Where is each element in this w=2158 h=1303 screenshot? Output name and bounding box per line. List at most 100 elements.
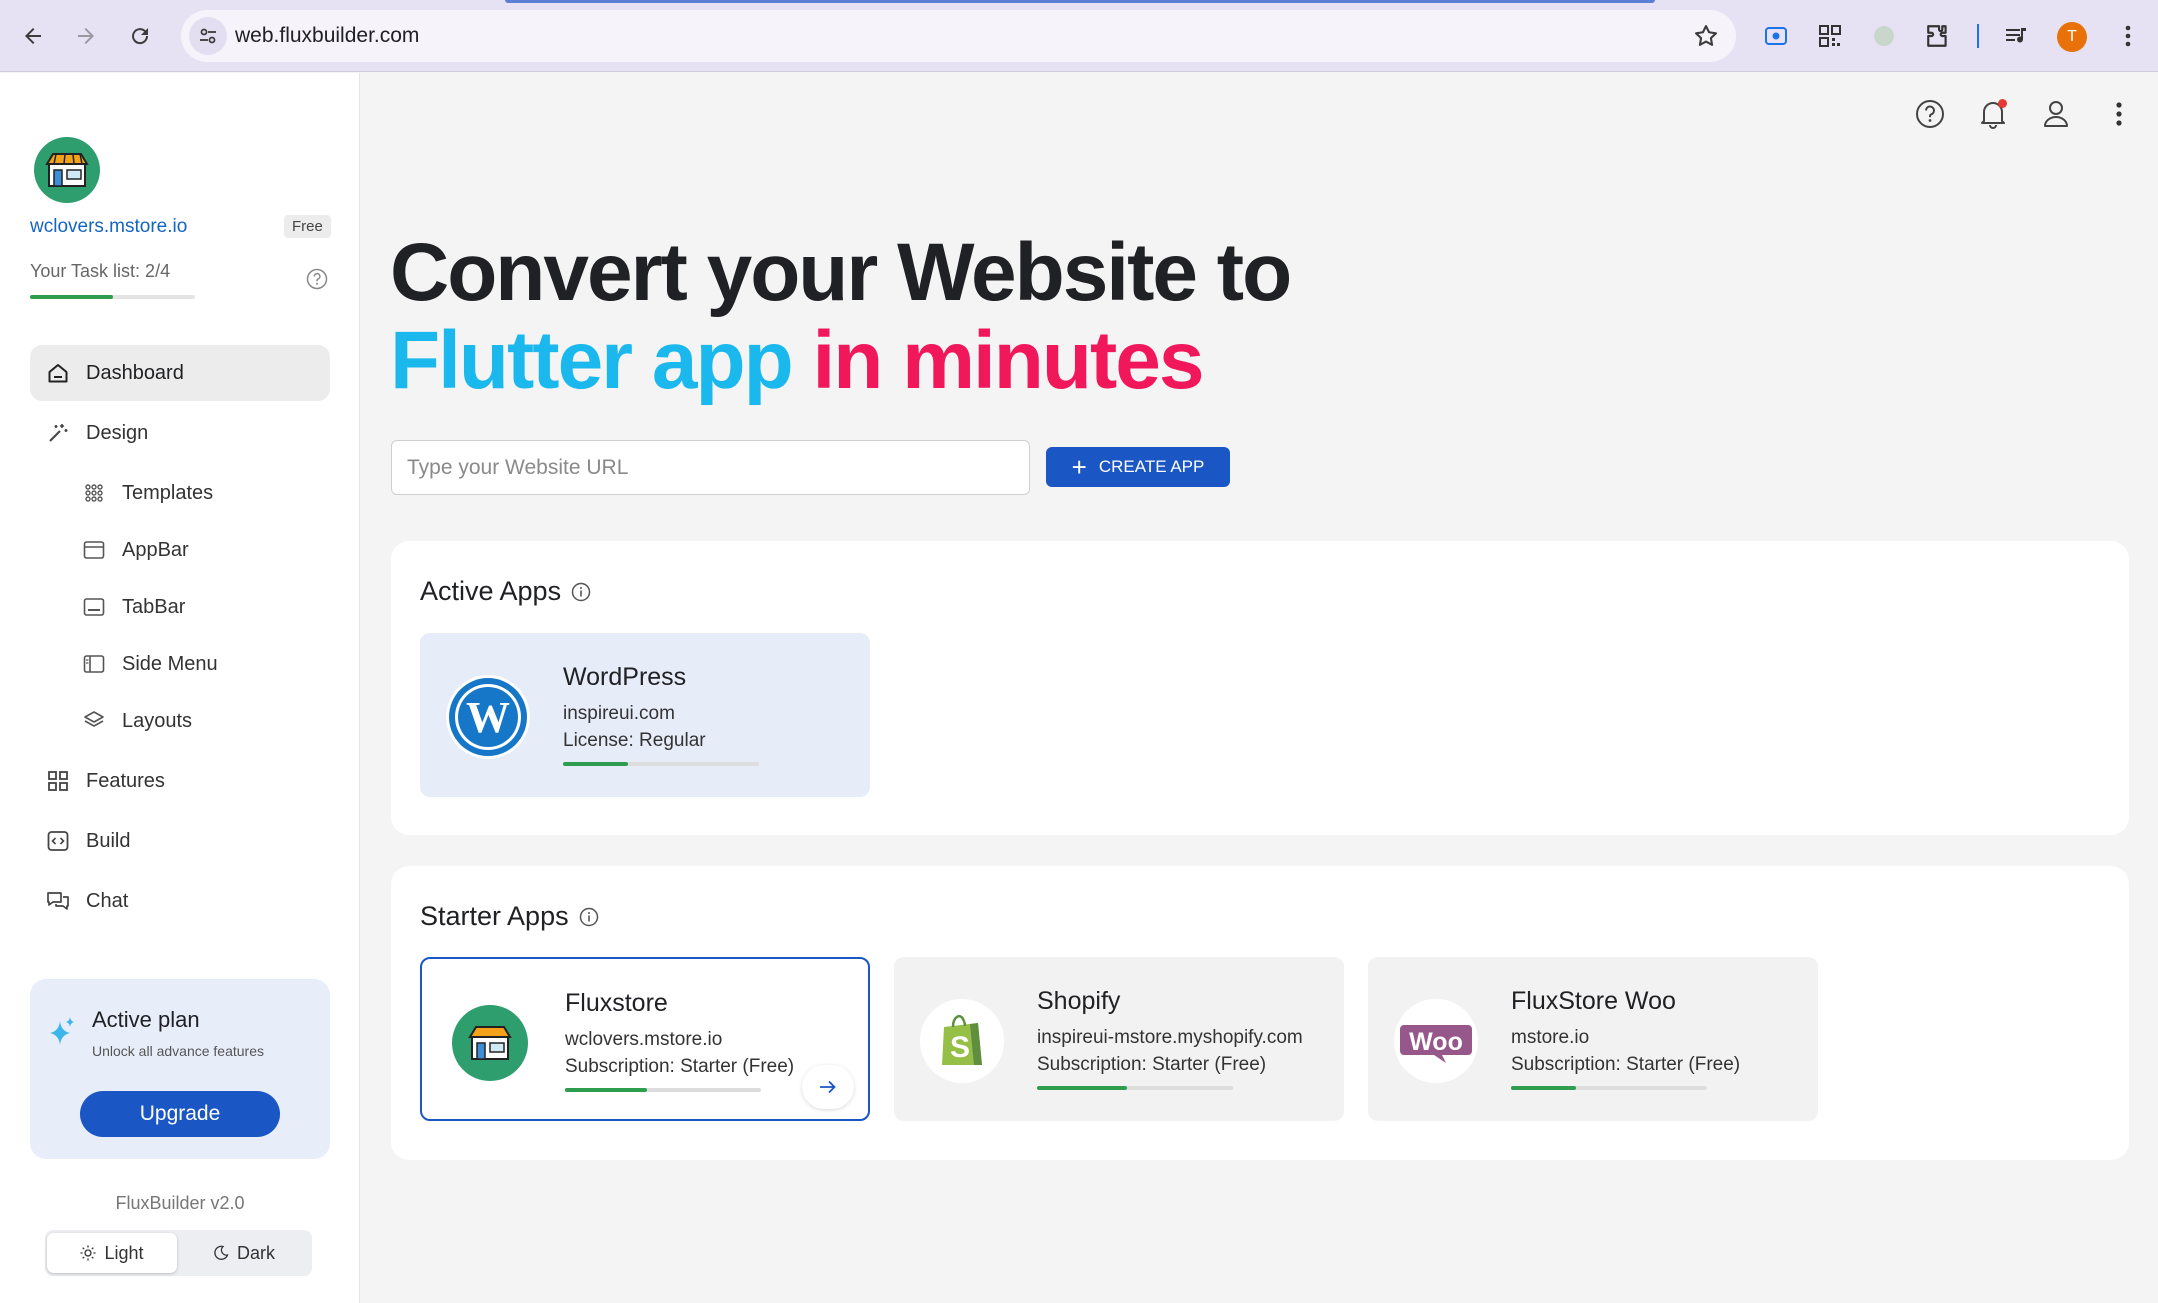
- active-apps-section: Active Apps W WordPress inspireui.com Li…: [391, 541, 2129, 835]
- nav-chat-label: Chat: [86, 889, 129, 912]
- open-app-button[interactable]: [802, 1065, 854, 1109]
- magic-wand-icon: [46, 421, 70, 445]
- help-circle-icon[interactable]: [306, 268, 328, 290]
- layers-icon: [82, 709, 106, 733]
- theme-toggle: Light Dark: [45, 1230, 312, 1276]
- nav-design-label: Design: [86, 421, 149, 444]
- app-progress-bar: [565, 1088, 761, 1092]
- app-card-fluxstore-woo[interactable]: Woo FluxStore Woo mstore.io Subscription…: [1368, 957, 1818, 1121]
- loading-line: [505, 0, 1655, 3]
- site-name-link[interactable]: wclovers.mstore.io: [30, 216, 187, 238]
- starter-apps-section: Starter Apps Fluxstore wclovers.mstore.i…: [391, 866, 2129, 1160]
- nav-layouts-label: Layouts: [122, 709, 193, 732]
- nav-design[interactable]: Design: [30, 405, 330, 461]
- app-name: FluxStore Woo: [1511, 987, 1676, 1015]
- browser-menu-icon[interactable]: [2110, 18, 2146, 54]
- upgrade-button[interactable]: Upgrade: [80, 1091, 280, 1137]
- more-options-icon[interactable]: [2101, 96, 2137, 132]
- task-progress-bar: [30, 295, 195, 299]
- plus-icon: +: [1071, 452, 1087, 482]
- nav-appbar-label: AppBar: [122, 538, 189, 561]
- sun-icon: [80, 1245, 96, 1261]
- app-license: License: Regular: [563, 730, 706, 751]
- extensions-puzzle-icon[interactable]: [1920, 18, 1956, 54]
- starter-apps-title: Starter Apps: [420, 901, 599, 932]
- media-playlist-icon[interactable]: [1999, 18, 2035, 54]
- active-apps-title: Active Apps: [420, 576, 591, 607]
- qr-code-icon[interactable]: [1812, 18, 1848, 54]
- app-progress-bar: [1037, 1086, 1233, 1090]
- active-plan-card: Active plan Unlock all advance features …: [30, 979, 330, 1159]
- svg-text:W: W: [466, 693, 510, 742]
- bookmark-star-icon[interactable]: [1692, 22, 1720, 50]
- help-icon[interactable]: [1912, 96, 1948, 132]
- nav-tabbar-label: TabBar: [122, 595, 186, 618]
- address-bar[interactable]: web.fluxbuilder.com: [181, 10, 1736, 62]
- create-app-label: CREATE APP: [1098, 457, 1205, 476]
- app-name: WordPress: [563, 663, 687, 691]
- nav-layouts[interactable]: Layouts: [30, 693, 330, 749]
- sparkle-icon: [46, 1015, 78, 1047]
- site-info-icon[interactable]: [189, 17, 227, 55]
- version-label: FluxBuilder v2.0: [115, 1193, 245, 1213]
- hero-heading-line1: Convert your Website to: [390, 227, 1292, 318]
- plan-title: Active plan: [92, 1007, 200, 1032]
- theme-light-label: Light: [104, 1242, 144, 1263]
- appbar-icon: [82, 538, 106, 562]
- app-card-fluxstore[interactable]: Fluxstore wclovers.mstore.io Subscriptio…: [420, 957, 870, 1121]
- store-logo[interactable]: [34, 137, 100, 203]
- nav-chat[interactable]: Chat: [30, 873, 330, 929]
- back-button[interactable]: [13, 16, 53, 56]
- nav-features-label: Features: [86, 769, 165, 792]
- notification-bell-icon[interactable]: [1975, 96, 2011, 132]
- website-url-input[interactable]: [391, 440, 1030, 495]
- nav-templates[interactable]: Templates: [30, 465, 330, 521]
- shopify-logo-icon: S: [920, 999, 1004, 1083]
- app-domain: mstore.io: [1511, 1027, 1590, 1048]
- arrow-left-icon: [25, 28, 41, 44]
- sidebar: wclovers.mstore.io Free Your Task list: …: [0, 73, 360, 1303]
- code-icon: [46, 829, 70, 853]
- screencast-icon[interactable]: [1758, 18, 1794, 54]
- tabbar-icon: [82, 595, 106, 619]
- features-grid-icon: [46, 769, 70, 793]
- side-menu-icon: [82, 652, 106, 676]
- active-apps-title-text: Active Apps: [420, 576, 562, 606]
- app-subscription: Subscription: Starter (Free): [1511, 1054, 1741, 1075]
- app-card-wordpress[interactable]: W WordPress inspireui.com License: Regul…: [420, 633, 870, 797]
- profile-avatar[interactable]: T: [2057, 22, 2087, 52]
- chat-icon: [46, 889, 70, 913]
- task-progress-fill: [30, 295, 113, 299]
- hero-highlight-minutes: in minutes: [812, 315, 1204, 406]
- storefront-icon: [45, 153, 89, 187]
- nav-build[interactable]: Build: [30, 813, 330, 869]
- info-icon: [571, 582, 591, 601]
- starter-apps-title-text: Starter Apps: [420, 901, 569, 931]
- woocommerce-logo-icon: Woo: [1394, 999, 1478, 1083]
- forward-button[interactable]: [66, 16, 106, 56]
- extension-circle-icon[interactable]: [1866, 18, 1902, 54]
- grid-dots-icon: [82, 481, 106, 505]
- user-account-icon[interactable]: [2038, 96, 2074, 132]
- hero-highlight-flutter: Flutter app: [390, 315, 794, 406]
- theme-dark-button[interactable]: Dark: [179, 1233, 309, 1273]
- reload-button[interactable]: [120, 16, 160, 56]
- url-text[interactable]: web.fluxbuilder.com: [235, 24, 419, 48]
- nav-appbar[interactable]: AppBar: [30, 522, 330, 578]
- nav-dashboard[interactable]: Dashboard: [30, 345, 330, 401]
- task-list-label[interactable]: Your Task list: 2/4: [30, 261, 170, 282]
- nav-templates-label: Templates: [122, 481, 214, 504]
- theme-light-button[interactable]: Light: [47, 1233, 177, 1273]
- plan-subtitle: Unlock all advance features: [92, 1043, 264, 1059]
- app-progress-bar: [1511, 1086, 1707, 1090]
- create-app-button[interactable]: + CREATE APP: [1046, 447, 1230, 487]
- app-domain: wclovers.mstore.io: [565, 1029, 723, 1050]
- app-card-shopify[interactable]: S Shopify inspireui-mstore.myshopify.com…: [894, 957, 1344, 1121]
- reload-icon: [132, 28, 149, 45]
- app-progress-fill: [1511, 1086, 1576, 1090]
- moon-icon: [214, 1245, 229, 1260]
- nav-tabbar[interactable]: TabBar: [30, 579, 330, 635]
- app-domain: inspireui-mstore.myshopify.com: [1037, 1027, 1303, 1048]
- nav-side-menu[interactable]: Side Menu: [30, 636, 330, 692]
- nav-features[interactable]: Features: [30, 753, 330, 809]
